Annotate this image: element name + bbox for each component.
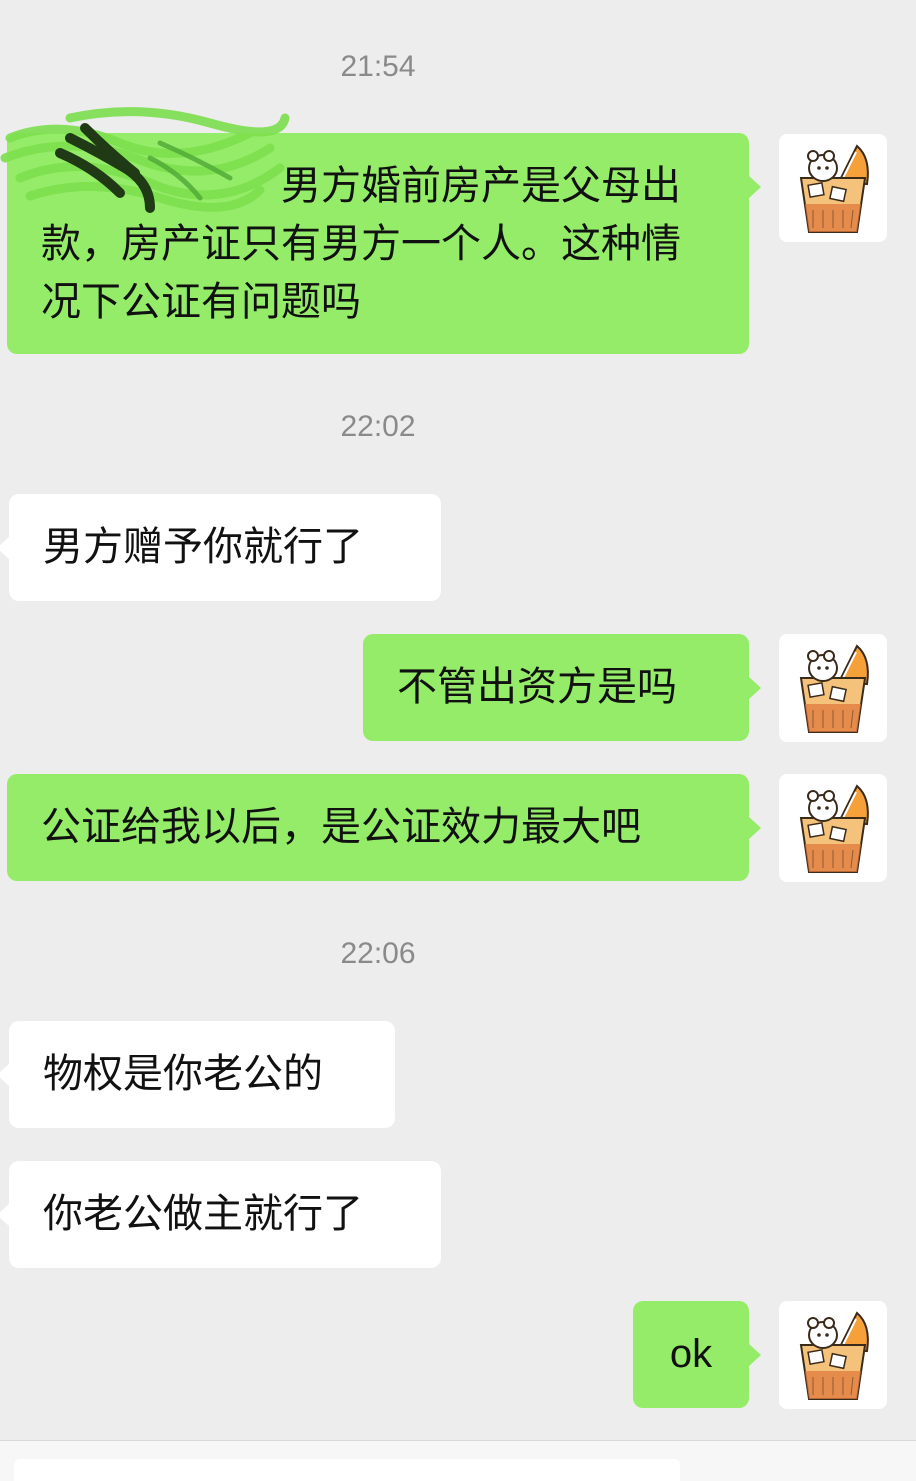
chat-message-list[interactable]: 21:54 男方婚前房产是父母出款，房产证只有男方一个人。这种情况下公证有问题吗	[0, 0, 916, 1440]
outgoing-message-bubble[interactable]: 不管出资方是吗	[363, 634, 761, 741]
avatar[interactable]	[779, 634, 887, 742]
outgoing-message-bubble[interactable]: ok	[633, 1301, 761, 1408]
avatar[interactable]	[779, 774, 887, 882]
redaction-scribble	[0, 107, 290, 213]
avatar[interactable]	[779, 134, 887, 242]
timestamp: 21:54	[340, 50, 416, 83]
bear-in-drink-glass-icon	[799, 784, 869, 873]
outgoing-message-bubble[interactable]: 公证给我以后，是公证效力最大吧	[7, 774, 761, 881]
message-input[interactable]	[14, 1459, 680, 1481]
chat-input-bar	[0, 1440, 916, 1481]
timestamp: 22:06	[340, 937, 416, 970]
bear-in-drink-glass-icon	[799, 644, 869, 733]
incoming-message-bubble[interactable]: 你老公做主就行了	[0, 1161, 441, 1268]
avatar[interactable]	[779, 1301, 887, 1409]
incoming-message-bubble[interactable]: 男方赠予你就行了	[0, 494, 441, 601]
bear-in-drink-glass-icon	[799, 144, 869, 233]
timestamp: 22:02	[340, 410, 416, 443]
incoming-message-bubble[interactable]: 物权是你老公的	[0, 1021, 395, 1128]
bear-in-drink-glass-icon	[799, 1311, 869, 1400]
